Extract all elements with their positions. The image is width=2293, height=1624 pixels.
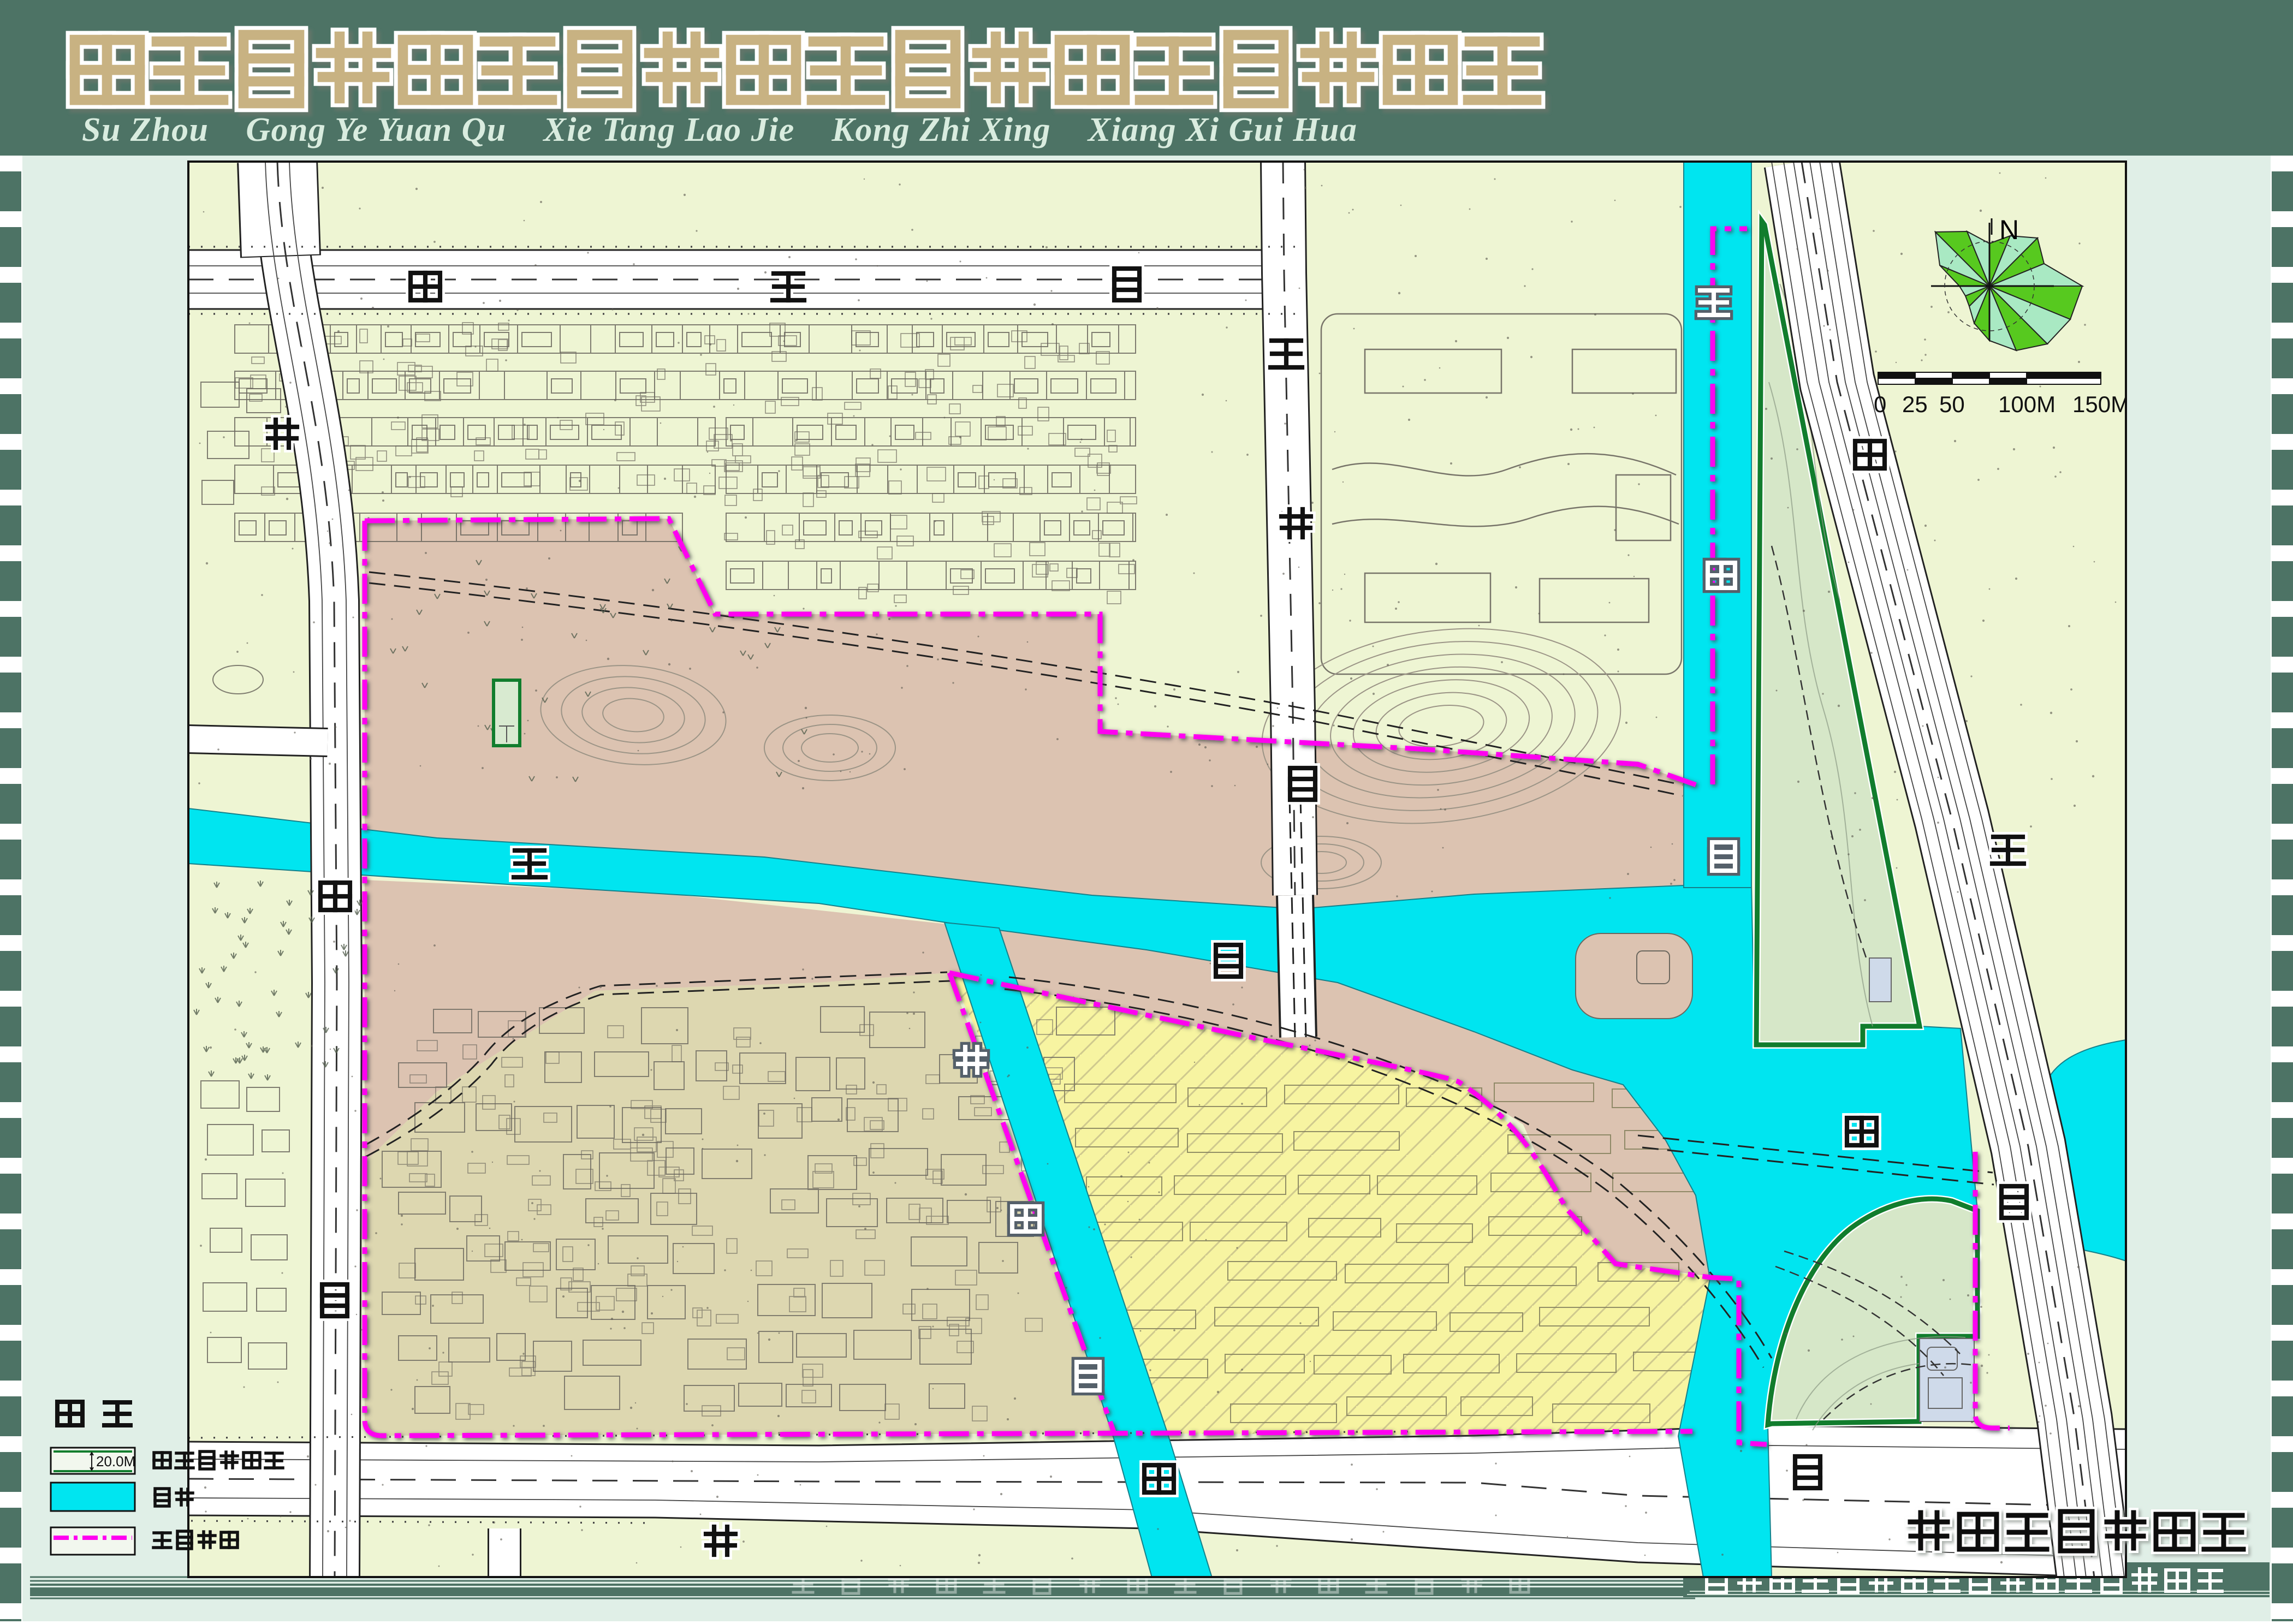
svg-text:0: 0 bbox=[1874, 391, 1886, 417]
svg-text:20.0M: 20.0M bbox=[96, 1453, 135, 1470]
svg-text:N: N bbox=[1999, 215, 2019, 245]
svg-text:150M: 150M bbox=[2072, 391, 2130, 417]
svg-text:Su Zhou Gong Ye Yuan Qu: Su Zhou Gong Ye Yuan Qu Xie Tang Lao Jie… bbox=[82, 111, 1357, 148]
svg-text:100M: 100M bbox=[1998, 391, 2056, 417]
svg-text:50: 50 bbox=[1939, 391, 1965, 417]
svg-text:25: 25 bbox=[1902, 391, 1928, 417]
